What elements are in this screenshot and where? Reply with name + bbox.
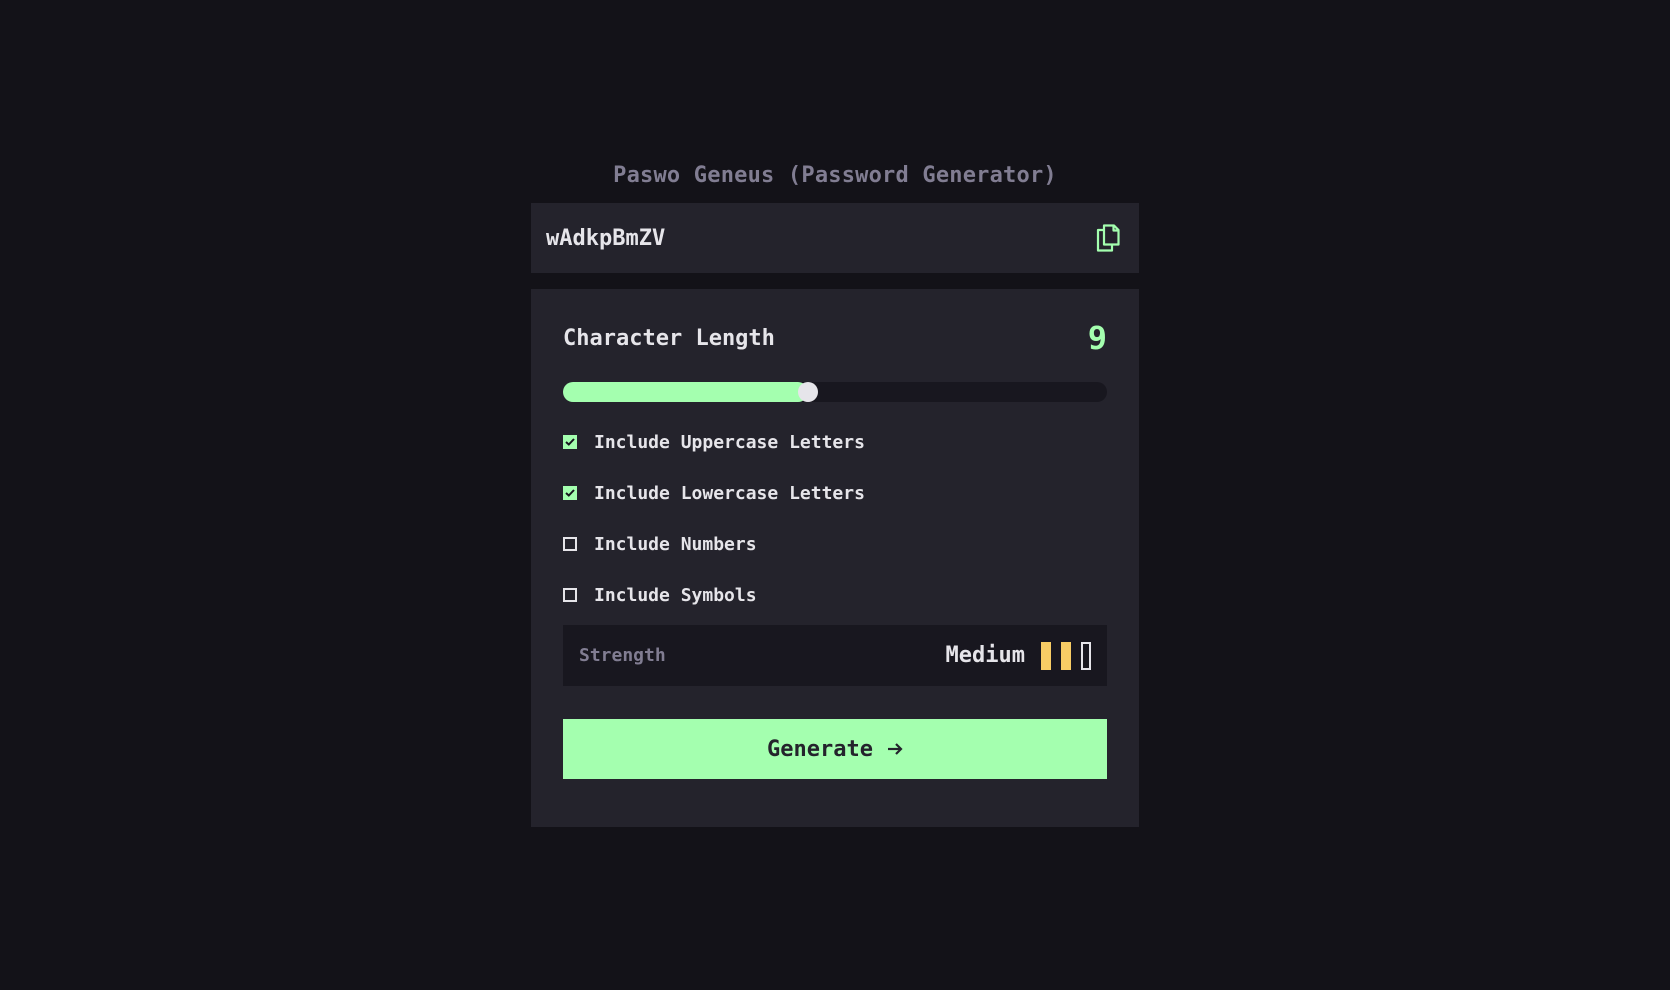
strength-bar: [1061, 641, 1071, 670]
strength-bar: [1041, 641, 1051, 670]
option-numbers[interactable]: Include Numbers: [563, 533, 1107, 555]
length-slider[interactable]: [563, 382, 1107, 402]
length-row: Character Length 9: [563, 319, 1107, 357]
settings-panel: Character Length 9 Include Uppercase Let…: [531, 289, 1139, 827]
length-label: Character Length: [563, 325, 775, 351]
lowercase-label: Include Lowercase Letters: [594, 482, 865, 504]
length-value: 9: [1087, 319, 1107, 357]
strength-label: Strength: [579, 645, 666, 666]
app-title: Paswo Geneus (Password Generator): [613, 163, 1057, 188]
generated-password: wAdkpBmZV: [546, 225, 666, 251]
copy-button[interactable]: [1093, 221, 1123, 255]
slider-fill: [563, 382, 808, 402]
symbols-label: Include Symbols: [594, 584, 757, 606]
slider-thumb[interactable]: [797, 382, 818, 402]
generate-button[interactable]: Generate: [563, 719, 1107, 779]
strength-bars: [1041, 641, 1091, 670]
password-generator: Paswo Geneus (Password Generator) wAdkpB…: [531, 158, 1139, 827]
arrow-right-icon: [887, 742, 903, 756]
options-list: Include Uppercase Letters Include Lowerc…: [563, 431, 1107, 606]
generate-label: Generate: [767, 736, 873, 762]
lowercase-checkbox[interactable]: [563, 486, 577, 500]
uppercase-label: Include Uppercase Letters: [594, 431, 865, 453]
uppercase-checkbox[interactable]: [563, 435, 577, 449]
symbols-checkbox[interactable]: [563, 588, 577, 602]
copy-icon: [1096, 224, 1120, 252]
strength-meter: Strength Medium: [563, 625, 1107, 686]
option-lowercase[interactable]: Include Lowercase Letters: [563, 482, 1107, 504]
strength-level: Medium: [945, 643, 1025, 668]
strength-bar: [1081, 641, 1091, 670]
option-uppercase[interactable]: Include Uppercase Letters: [563, 431, 1107, 453]
strength-indicator: Medium: [945, 641, 1091, 670]
password-output: wAdkpBmZV: [531, 203, 1139, 273]
numbers-checkbox[interactable]: [563, 537, 577, 551]
numbers-label: Include Numbers: [594, 533, 757, 555]
option-symbols[interactable]: Include Symbols: [563, 584, 1107, 606]
